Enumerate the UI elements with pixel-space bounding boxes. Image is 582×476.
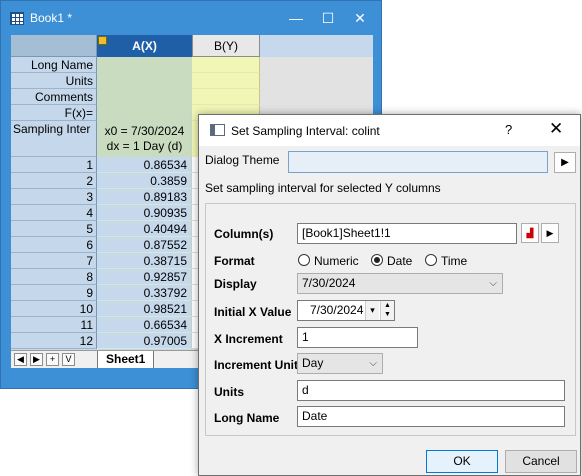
dialog-title: Set Sampling Interval: colint — [231, 124, 380, 138]
increment-unit-value: Day — [302, 356, 324, 370]
dialog-description: Set sampling interval for selected Y col… — [205, 181, 441, 195]
x-increment-input[interactable]: 1 — [297, 327, 418, 348]
increment-unit-label: Increment Unit — [214, 358, 299, 372]
format-date-radio[interactable] — [371, 254, 383, 266]
add-sheet-button[interactable]: + — [46, 353, 59, 366]
cell-b-long-name[interactable] — [192, 57, 260, 73]
cell-a[interactable]: 0.33792 — [97, 285, 192, 301]
row-number[interactable]: 11 — [11, 317, 97, 333]
grid-corner[interactable] — [11, 35, 97, 57]
initial-x-label: Initial X Value — [214, 305, 292, 319]
sampling-dx: dx = 1 Day (d) — [106, 139, 183, 153]
cell-a[interactable]: 0.3859 — [97, 173, 192, 189]
row-label-comments[interactable]: Comments — [11, 89, 97, 105]
columns-label: Column(s) — [214, 227, 274, 241]
row-label-fx[interactable]: F(x)= — [11, 105, 97, 121]
format-time-radio[interactable] — [425, 254, 437, 266]
row-number[interactable]: 1 — [11, 157, 97, 173]
row-number[interactable]: 8 — [11, 269, 97, 285]
row-number[interactable]: 3 — [11, 189, 97, 205]
column-header-b[interactable]: B(Y) — [192, 35, 260, 57]
lock-icon — [98, 36, 107, 45]
theme-menu-button[interactable]: ▶ — [554, 152, 576, 173]
cell-a[interactable]: 0.87552 — [97, 237, 192, 253]
cancel-button[interactable]: Cancel — [505, 450, 577, 473]
cell-a[interactable]: 0.38715 — [97, 253, 192, 269]
select-columns-icon[interactable]: ▟ — [521, 223, 539, 243]
maximize-button[interactable]: ☐ — [313, 8, 343, 28]
format-numeric-radio[interactable] — [298, 254, 310, 266]
cell-a[interactable]: 0.92857 — [97, 269, 192, 285]
tab-sheet1[interactable]: Sheet1 — [97, 351, 155, 368]
prev-sheet-button[interactable]: ◀ — [14, 353, 27, 366]
columns-input[interactable]: [Book1]Sheet1!1 — [297, 223, 517, 244]
display-value: 7/30/2024 — [302, 276, 356, 290]
format-label: Format — [214, 254, 255, 268]
initial-x-value: 7/30/2024 — [310, 303, 364, 317]
set-sampling-interval-dialog[interactable]: Set Sampling Interval: colint ? ✕ Dialog… — [198, 114, 581, 476]
row-number[interactable]: 7 — [11, 253, 97, 269]
cell-a[interactable]: 0.90935 — [97, 205, 192, 221]
cell-a[interactable]: 0.98521 — [97, 301, 192, 317]
cell-a[interactable]: 0.89183 — [97, 189, 192, 205]
row-number[interactable]: 5 — [11, 221, 97, 237]
row-number[interactable]: 6 — [11, 237, 97, 253]
next-sheet-button[interactable]: ▶ — [30, 353, 43, 366]
dialog-theme-label: Dialog Theme — [205, 153, 280, 167]
row-number[interactable]: 9 — [11, 285, 97, 301]
dialog-window-icon — [210, 124, 225, 136]
row-label-sampling[interactable]: Sampling Inter — [11, 121, 97, 157]
cell-a[interactable]: 0.66534 — [97, 317, 192, 333]
cell-a[interactable]: 0.86534 — [97, 157, 192, 173]
format-time-label: Time — [441, 254, 468, 268]
row-label-long-name[interactable]: Long Name — [11, 57, 97, 73]
minimize-button[interactable]: — — [281, 8, 311, 28]
long-name-input[interactable]: Date — [297, 406, 565, 427]
column-a-label: A(X) — [132, 39, 157, 53]
dialog-titlebar[interactable]: Set Sampling Interval: colint ? ✕ — [199, 115, 580, 146]
row-number[interactable]: 10 — [11, 301, 97, 317]
workbook-titlebar[interactable]: Book1 * — ☐ ✕ — [1, 1, 381, 35]
row-number[interactable]: 4 — [11, 205, 97, 221]
workbook-title: Book1 * — [30, 11, 73, 25]
long-name-label: Long Name — [214, 411, 280, 425]
cell-b-units[interactable] — [192, 73, 260, 89]
columns-menu-button[interactable]: ▶ — [541, 223, 559, 243]
display-label: Display — [214, 277, 257, 291]
units-label: Units — [214, 385, 244, 399]
sampling-x0: x0 = 7/30/2024 — [104, 124, 185, 138]
dialog-theme-field[interactable] — [288, 151, 548, 173]
column-header-a[interactable]: A(X) — [97, 35, 192, 57]
row-number[interactable]: 12 — [11, 333, 97, 349]
ok-button[interactable]: OK — [426, 450, 498, 473]
row-number[interactable]: 2 — [11, 173, 97, 189]
cell-a[interactable]: 0.40494 — [97, 221, 192, 237]
dialog-close-button[interactable]: ✕ — [549, 119, 563, 139]
chevron-down-icon: ⌵ — [489, 278, 497, 289]
help-button[interactable]: ? — [505, 122, 512, 137]
date-dropdown-button[interactable]: ▾ — [365, 301, 379, 320]
close-button[interactable]: ✕ — [345, 8, 375, 28]
workbook-icon — [10, 12, 24, 25]
date-spinner[interactable]: ▲ ▼ — [380, 301, 394, 320]
sampling-cell-a[interactable]: x0 = 7/30/2024 dx = 1 Day (d) — [97, 121, 192, 157]
cell-a[interactable]: 0.97005 — [97, 333, 192, 349]
chevron-down-icon: ⌵ — [369, 358, 377, 369]
sheet-list-button[interactable]: V — [62, 353, 75, 366]
display-select[interactable]: 7/30/2024 ⌵ — [297, 273, 503, 294]
increment-unit-select[interactable]: Day ⌵ — [297, 353, 383, 374]
format-numeric-label: Numeric — [314, 254, 359, 268]
format-date-label: Date — [387, 254, 413, 268]
cell-b-comments[interactable] — [192, 89, 260, 105]
units-input[interactable]: d — [297, 380, 565, 401]
x-increment-label: X Increment — [214, 332, 283, 346]
row-label-units[interactable]: Units — [11, 73, 97, 89]
